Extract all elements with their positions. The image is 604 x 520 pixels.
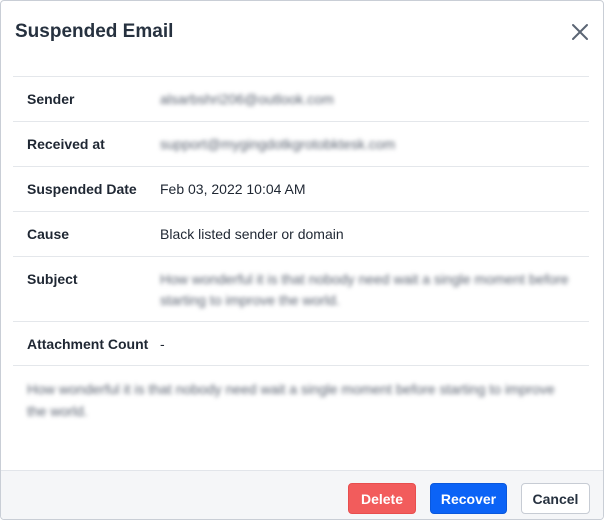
dialog-title: Suspended Email [15,21,174,42]
detail-row-attachment-count: Attachment Count - [13,321,589,366]
sender-value: alsarbshri206@outlook.com [160,91,334,107]
detail-row-sender: Sender alsarbshri206@outlook.com [13,76,589,121]
detail-row-received-at: Received at support@mygingdotkgrotobktes… [13,121,589,166]
detail-row-suspended-date: Suspended Date Feb 03, 2022 10:04 AM [13,166,589,211]
detail-label: Attachment Count [27,336,149,352]
detail-label: Received at [27,136,105,152]
cancel-button[interactable]: Cancel [521,483,590,514]
delete-button[interactable]: Delete [348,483,416,514]
suspended-date-value: Feb 03, 2022 10:04 AM [160,181,306,197]
suspended-email-dialog: Suspended Email Sender alsarbshri206@out… [0,0,604,520]
received-at-value: support@mygingdotkgrotobktesk.com [160,136,396,152]
detail-label: Subject [27,271,78,287]
dialog-footer: Delete Recover Cancel [1,470,603,519]
dialog-header: Suspended Email [1,1,603,65]
close-icon[interactable] [569,21,591,43]
detail-label: Sender [27,91,75,107]
detail-label: Cause [27,226,70,242]
cause-value: Black listed sender or domain [160,226,344,242]
email-body-preview: How wonderful it is that nobody need wai… [27,381,555,419]
attachment-count-value: - [160,336,165,352]
detail-row-cause: Cause Black listed sender or domain [13,211,589,256]
subject-value: How wonderful it is that nobody need wai… [160,271,569,308]
recover-button[interactable]: Recover [430,483,507,514]
email-details-table: Sender alsarbshri206@outlook.com Receive… [13,76,589,366]
detail-row-subject: Subject How wonderful it is that nobody … [13,256,589,321]
detail-label: Suspended Date [27,181,137,197]
